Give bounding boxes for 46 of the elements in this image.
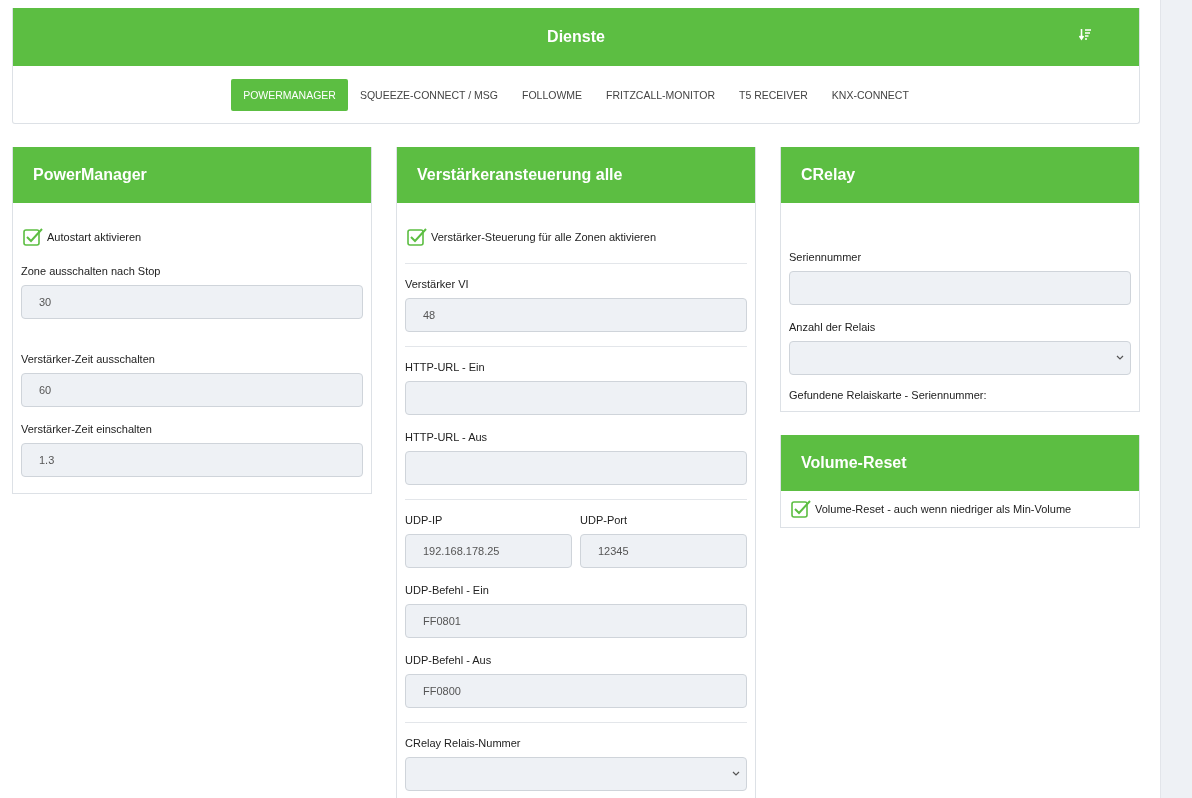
input-field[interactable]	[789, 271, 1131, 305]
field-label: Seriennummer	[789, 251, 863, 263]
input-field[interactable]: 192.168.178.25	[405, 534, 572, 568]
field-label: Verstärker-Zeit einschalten	[21, 423, 153, 435]
checkbox-label: Autostart aktivieren	[47, 231, 142, 243]
input-field[interactable]	[405, 381, 747, 415]
field-label: Verstärker VI	[405, 278, 470, 290]
tab[interactable]: T5 RECEIVER	[727, 79, 820, 111]
panel-title: PowerManager	[33, 166, 147, 184]
info-text: Gefundene Relaiskarte - Seriennummer:	[789, 389, 988, 401]
field-label: Anzahl der Relais	[789, 321, 877, 333]
tab[interactable]: FOLLOWME	[510, 79, 595, 111]
field-label: HTTP-URL - Ein	[405, 361, 486, 373]
field-label: UDP-Befehl - Ein	[405, 584, 490, 596]
field-label: Zone ausschalten nach Stop	[21, 265, 162, 277]
field-label: UDP-Port	[580, 514, 629, 526]
panel-title: Verstärkeransteuerung alle	[417, 166, 623, 184]
sort-icon[interactable]	[1079, 29, 1091, 41]
input-field[interactable]: FF0800	[405, 674, 747, 708]
field-label: HTTP-URL - Aus	[405, 431, 489, 443]
tab[interactable]: KNX-CONNECT	[819, 79, 921, 111]
field-label: UDP-IP	[405, 514, 444, 526]
field-label: Verstärker-Zeit ausschalten	[21, 353, 156, 365]
chevron-down-icon	[732, 771, 740, 777]
input-field[interactable]: 30	[21, 285, 363, 319]
checkbox[interactable]	[23, 227, 43, 247]
input-field[interactable]: 12345	[580, 534, 747, 568]
field-label: CRelay Relais-Nummer	[405, 737, 522, 749]
checkbox[interactable]	[407, 227, 427, 247]
field-label: UDP-Befehl - Aus	[405, 654, 493, 666]
chevron-down-icon	[1116, 355, 1124, 361]
input-field[interactable]: 48	[405, 298, 747, 332]
select-field[interactable]	[405, 757, 747, 791]
input-field[interactable]: 1.3	[21, 443, 363, 477]
tab[interactable]: SQUEEZE-CONNECT / MSG	[347, 79, 510, 111]
input-field[interactable]	[405, 451, 747, 485]
panel-title: Volume-Reset	[801, 454, 907, 472]
checkbox[interactable]	[791, 499, 811, 519]
input-field[interactable]: FF0801	[405, 604, 747, 638]
input-field[interactable]: 60	[21, 373, 363, 407]
select-field[interactable]	[789, 341, 1131, 375]
tab[interactable]: FRITZCALL-MONITOR	[594, 79, 727, 111]
panel-title: CRelay	[801, 166, 856, 184]
page-title: Dienste	[547, 28, 605, 46]
checkbox-label: Verstärker-Steuerung für alle Zonen aktivieren	[431, 231, 656, 243]
checkbox-label: Volume-Reset - auch wenn niedriger als Min-Volume	[815, 503, 1072, 515]
